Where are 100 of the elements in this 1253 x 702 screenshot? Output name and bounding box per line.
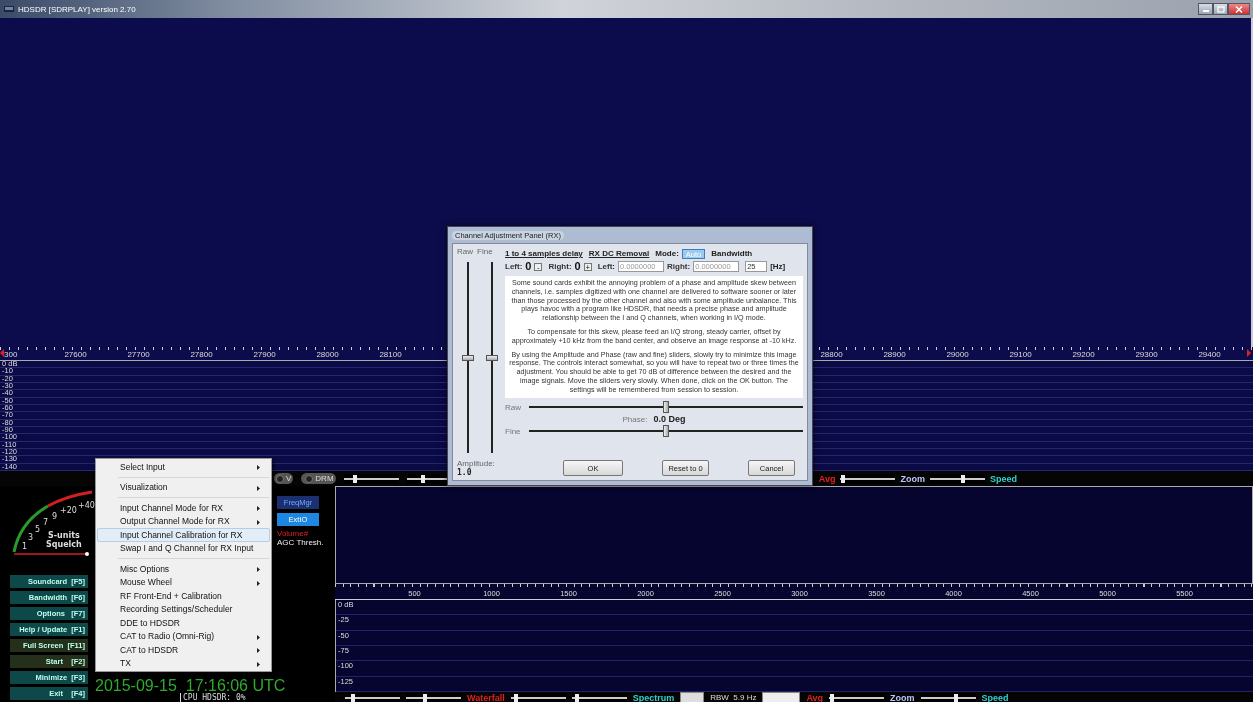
menu-item[interactable]: CAT to HDSDR: [97, 643, 270, 657]
meter-scale-label: 9: [52, 512, 58, 521]
cpu-usage: CPU HDSDR: 0%: [180, 693, 246, 702]
submenu-arrow-icon: [257, 661, 260, 667]
frequency-label: 300: [4, 350, 19, 360]
slider-thumb[interactable]: [486, 354, 498, 361]
slider-thumb[interactable]: [351, 693, 356, 702]
slider-thumb[interactable]: [663, 401, 669, 414]
menu-item[interactable]: Input Channel Calibration for RX: [97, 528, 270, 542]
section-heading: RX DC Removal: [588, 249, 650, 258]
meter-scale-label: +20: [60, 506, 77, 515]
delay-value: 0: [574, 261, 581, 272]
control-label: Avg: [806, 692, 824, 702]
slider[interactable]: [930, 473, 985, 484]
frequency-label: 28900: [882, 350, 907, 360]
meter-scale-label: 3: [28, 533, 34, 542]
delay-value: 0: [525, 261, 532, 272]
frequency-label: 27800: [189, 350, 214, 360]
submenu-arrow-icon: [257, 506, 260, 511]
minimize-button[interactable]: [1198, 3, 1213, 15]
field-label: Left:: [505, 262, 523, 271]
frequency-label: 29400: [1197, 350, 1222, 360]
rbw-reading: RBW 5.9 Hz: [710, 693, 757, 702]
phase-value: 0.0 Deg: [653, 414, 686, 425]
marker-icon: [1247, 349, 1251, 357]
submenu-arrow-icon: [257, 485, 260, 491]
submenu-arrow-icon: [257, 580, 260, 586]
submenu-arrow-icon: [257, 465, 260, 470]
meter-title: S-units: [48, 531, 80, 540]
slider-label: Raw: [457, 247, 473, 256]
slider-label: Raw: [505, 402, 521, 412]
meter-subtitle: Squelch: [46, 540, 82, 549]
slider-thumb[interactable]: [423, 693, 428, 702]
menu-item[interactable]: RF Front-End + Calibration: [97, 589, 270, 603]
amplitude-label: Amplitude:: [457, 459, 495, 468]
control-label: Zoom: [890, 692, 915, 702]
menu-item[interactable]: Input Channel Mode for RX: [97, 501, 270, 515]
slider-thumb[interactable]: [352, 474, 357, 483]
slider-thumb[interactable]: [961, 474, 965, 483]
slider-thumb[interactable]: [829, 693, 834, 702]
section-heading: Bandwidth: [711, 249, 753, 258]
section-heading: 1 to 4 samples delay: [505, 249, 583, 258]
slider[interactable]: [920, 692, 976, 702]
volume-label: Volume#: [277, 530, 309, 538]
menu-item[interactable]: Swap I and Q Channel for RX Input: [97, 541, 270, 555]
control-label: Speed: [981, 692, 1009, 702]
meter-scale-label: 5: [35, 525, 41, 534]
maximize-button[interactable]: [1213, 3, 1228, 15]
app-icon: [4, 5, 14, 13]
amplitude-value: 1.0: [457, 468, 472, 477]
slider-thumb[interactable]: [421, 474, 426, 483]
control-label: Avg: [818, 473, 836, 484]
menu-item[interactable]: Output Channel Mode for RX: [97, 514, 270, 528]
menu-item[interactable]: Mouse Wheel: [97, 575, 270, 589]
slider-thumb[interactable]: [575, 693, 580, 702]
mode-label: Mode:: [655, 249, 679, 258]
frequency-label: 27600: [63, 350, 88, 360]
mode-toggle[interactable]: DRM: [301, 473, 336, 484]
stepper[interactable]: [680, 692, 705, 702]
slider-thumb[interactable]: [662, 425, 669, 438]
menu-item[interactable]: DDE to HDSDR: [97, 616, 270, 630]
slider[interactable]: [571, 692, 627, 702]
slider[interactable]: [510, 692, 566, 702]
menu-item[interactable]: Misc Options: [97, 562, 270, 576]
submenu-arrow-icon: [257, 567, 260, 572]
submenu-arrow-icon: [257, 648, 260, 653]
date-time: 2015-09-15 17:16:06 UTC: [95, 678, 287, 693]
frequency-label: 28800: [819, 350, 844, 360]
marker-icon: [0, 349, 4, 357]
slider[interactable]: [406, 692, 461, 702]
agc-label: AGC Thresh.: [277, 539, 324, 547]
slider[interactable]: [829, 692, 885, 702]
close-button[interactable]: [1228, 3, 1250, 15]
field-label: Right:: [667, 262, 691, 271]
slider[interactable]: [345, 692, 400, 702]
slider[interactable]: [343, 473, 399, 484]
menu-item[interactable]: TX: [97, 656, 270, 670]
frequency-label: 29300: [1134, 350, 1159, 360]
slider-thumb[interactable]: [954, 693, 959, 702]
frequency-label: 28100: [378, 350, 403, 360]
menu-item[interactable]: Select Input: [97, 460, 270, 474]
menu-item[interactable]: CAT to Radio (Omni-Rig): [97, 629, 270, 643]
field-label: Right:: [548, 262, 572, 271]
slider-thumb[interactable]: [514, 693, 519, 702]
submenu-arrow-icon: [257, 634, 260, 640]
menu-item[interactable]: Visualization: [97, 480, 270, 494]
mode-toggle[interactable]: V: [274, 473, 294, 484]
dropdown[interactable]: [762, 692, 801, 702]
phase-label: Phase:: [622, 414, 648, 424]
slider-thumb[interactable]: [462, 354, 474, 361]
meter-scale-label: 1: [22, 542, 28, 551]
slider[interactable]: [840, 473, 896, 484]
squelch-line-drawing[interactable]: [13, 552, 89, 556]
window-title: HDSDR [SDRPLAY] version 2.70: [18, 4, 136, 14]
frequency-label: 27700: [126, 350, 151, 360]
menu-item[interactable]: Recording Settings/Scheduler: [97, 602, 270, 616]
meter-scale-label: 7: [43, 518, 49, 527]
control-label: Waterfall: [467, 692, 505, 702]
frequency-label: 29000: [945, 350, 970, 360]
slider-thumb[interactable]: [841, 474, 846, 483]
